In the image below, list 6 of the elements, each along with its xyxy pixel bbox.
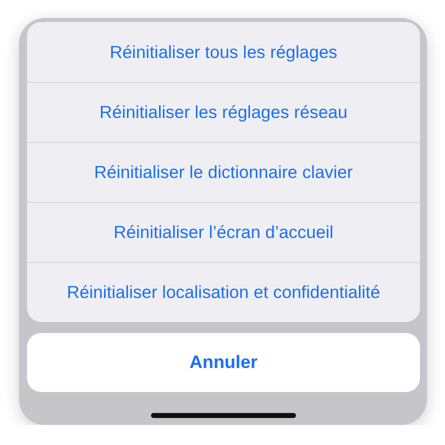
action-button[interactable]: Réinitialiser l’écran d’accueil bbox=[27, 202, 420, 262]
action-button[interactable]: Réinitialiser les réglages réseau bbox=[27, 82, 420, 142]
cancel-button[interactable]: Annuler bbox=[27, 333, 420, 392]
action-button[interactable]: Réinitialiser le dictionnaire clavier bbox=[27, 142, 420, 202]
action-button[interactable]: Réinitialiser localisation et confidentialité bbox=[27, 262, 420, 322]
action-button[interactable]: Réinitialiser tous les réglages bbox=[27, 22, 420, 82]
